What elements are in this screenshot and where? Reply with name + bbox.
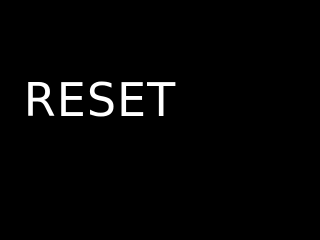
reset-button-label: RESET	[23, 73, 177, 127]
reset-button[interactable]: RESET	[0, 0, 200, 200]
reset-screen: RESET	[0, 0, 200, 200]
